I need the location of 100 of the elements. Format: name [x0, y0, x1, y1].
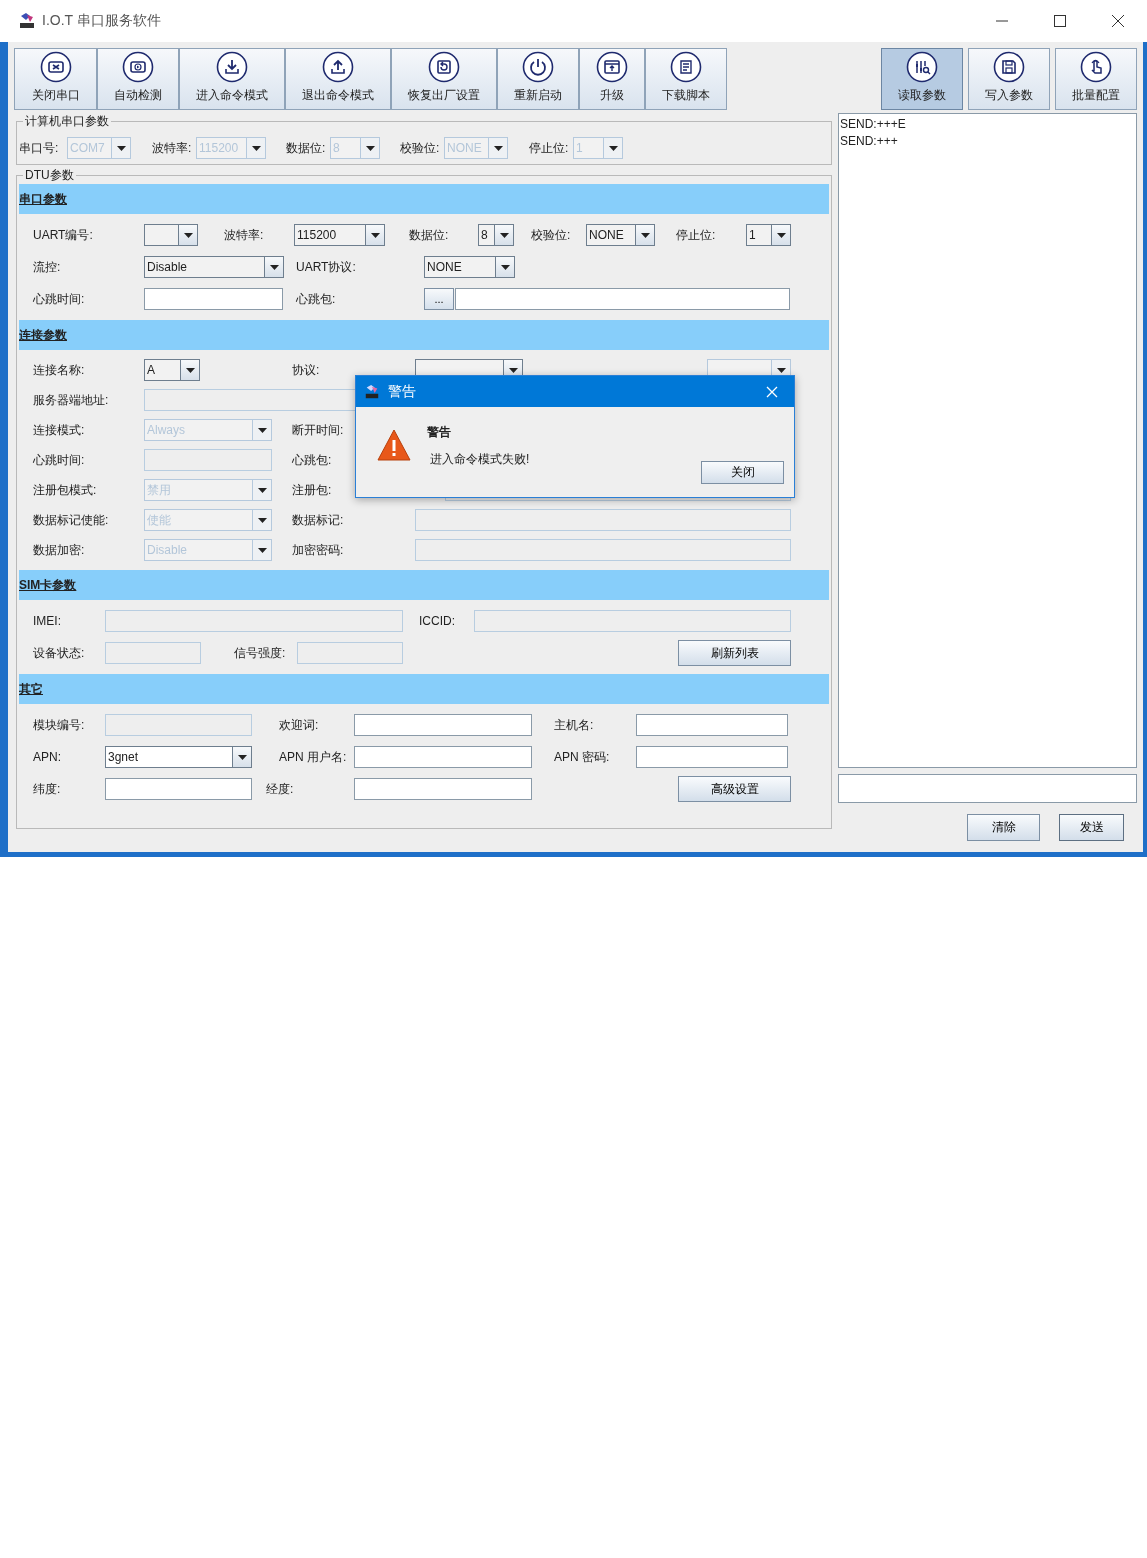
section-title: SIM卡参数: [19, 576, 77, 594]
field-label: 校验位:: [531, 226, 572, 244]
upload-box-icon: [596, 51, 628, 83]
toolbar-button[interactable]: 重新启动: [497, 48, 579, 110]
toolbar-button[interactable]: 进入命令模式: [179, 48, 285, 110]
dropdown[interactable]: NONE: [586, 224, 655, 246]
play-icon: [122, 51, 154, 83]
upload-icon: [322, 51, 354, 83]
text-field[interactable]: [354, 778, 532, 800]
field-label: 模块编号:: [33, 716, 86, 734]
field-label: 串口号:: [19, 139, 60, 157]
field-label: 波特率:: [224, 226, 265, 244]
toolbar-button[interactable]: 退出命令模式: [285, 48, 391, 110]
toolbar-button[interactable]: 批量配置: [1055, 48, 1137, 110]
action-button[interactable]: 发送: [1059, 814, 1124, 841]
maximize-icon[interactable]: [1053, 14, 1067, 28]
field-label: 服务器端地址:: [33, 391, 110, 409]
app-logo-icon: [364, 383, 380, 400]
log-line: SEND:+++E: [840, 116, 907, 133]
field-label: 连接模式:: [33, 421, 86, 439]
field-label: 注册包:: [292, 481, 333, 499]
dialog-title: 警告: [388, 382, 417, 401]
action-button[interactable]: 高级设置: [678, 776, 791, 802]
hand-pointer-icon: [1080, 51, 1112, 83]
text-field[interactable]: [144, 288, 283, 310]
group-title: DTU参数: [24, 167, 75, 184]
text-field[interactable]: [105, 778, 252, 800]
field-label: 数据标记:: [292, 511, 345, 529]
text-field[interactable]: [354, 746, 532, 768]
dropdown[interactable]: Disable: [144, 256, 284, 278]
toolbar-button[interactable]: 关闭串口: [14, 48, 97, 110]
field-label: 数据位:: [409, 226, 450, 244]
caret-icon: [640, 232, 650, 238]
sliders-search-icon: [906, 51, 938, 83]
field-label: 心跳包:: [292, 451, 333, 469]
caret-icon: [365, 145, 375, 151]
caret-icon: [183, 232, 193, 238]
dropdown[interactable]: 3gnet: [105, 746, 252, 768]
section-title: 串口参数: [19, 190, 67, 208]
caret-icon: [493, 145, 503, 151]
field-label: 数据位:: [286, 139, 327, 157]
field-label: UART协议:: [296, 258, 357, 276]
dropdown[interactable]: 1: [746, 224, 791, 246]
text-field[interactable]: [455, 288, 790, 310]
field-label: APN:: [33, 750, 62, 764]
field-label: 波特率:: [152, 139, 193, 157]
action-button[interactable]: 刷新列表: [678, 640, 791, 666]
caret-icon: [776, 232, 786, 238]
field-label: 心跳包:: [296, 290, 337, 308]
field-label: 经度:: [266, 780, 295, 798]
dropdown[interactable]: A: [144, 359, 200, 381]
caret-icon: [508, 367, 518, 373]
close-box-icon: [39, 51, 72, 83]
field-label: 设备状态:: [33, 644, 86, 662]
caret-icon: [237, 754, 247, 760]
dropdown[interactable]: NONE: [424, 256, 515, 278]
field-label: IMEI:: [33, 614, 62, 628]
caret-icon: [257, 517, 267, 523]
field-label: 注册包模式:: [33, 481, 98, 499]
caret-icon: [116, 145, 126, 151]
restore-icon: [428, 51, 460, 83]
text-field[interactable]: [636, 714, 788, 736]
browse-button[interactable]: ...: [424, 288, 454, 310]
field-label: 停止位:: [676, 226, 717, 244]
close-icon[interactable]: [1111, 14, 1125, 28]
log-line: SEND:+++: [840, 133, 899, 150]
toolbar-button[interactable]: 下载脚本: [645, 48, 727, 110]
toolbar-button[interactable]: 读取参数: [881, 48, 963, 110]
caret-icon: [269, 264, 279, 270]
log-area[interactable]: SEND:+++E SEND:+++: [838, 113, 1137, 768]
action-button[interactable]: 清除: [967, 814, 1040, 841]
field-label: 停止位:: [529, 139, 570, 157]
caret-icon: [185, 367, 195, 373]
field-label: APN 密码:: [554, 748, 611, 766]
caret-icon: [257, 427, 267, 433]
field-label: UART编号:: [33, 226, 94, 244]
dropdown[interactable]: 8: [478, 224, 514, 246]
dropdown[interactable]: [144, 224, 198, 246]
toolbar-button[interactable]: 自动检测: [97, 48, 179, 110]
warning-icon: [377, 429, 411, 461]
field-label: 协议:: [292, 361, 321, 379]
field-label: 断开时间:: [292, 421, 345, 439]
field-label: 心跳时间:: [33, 451, 86, 469]
toolbar-button[interactable]: 写入参数: [968, 48, 1050, 110]
field-label: 主机名:: [554, 716, 595, 734]
toolbar-button[interactable]: 升级: [579, 48, 645, 110]
dropdown[interactable]: 115200: [294, 224, 385, 246]
dialog-message: 进入命令模式失败!: [430, 451, 530, 468]
power-icon: [522, 51, 554, 83]
field-label: 连接名称:: [33, 361, 86, 379]
field-label: 校验位:: [400, 139, 441, 157]
command-field[interactable]: [838, 774, 1137, 803]
caret-icon: [499, 232, 509, 238]
text-field[interactable]: [354, 714, 532, 736]
caret-icon: [251, 145, 261, 151]
text-field[interactable]: [636, 746, 788, 768]
field-label: 流控:: [33, 258, 62, 276]
caret-icon: [257, 547, 267, 553]
toolbar-button[interactable]: 恢复出厂设置: [391, 48, 497, 110]
close-dialog-button[interactable]: 关闭: [701, 461, 784, 484]
